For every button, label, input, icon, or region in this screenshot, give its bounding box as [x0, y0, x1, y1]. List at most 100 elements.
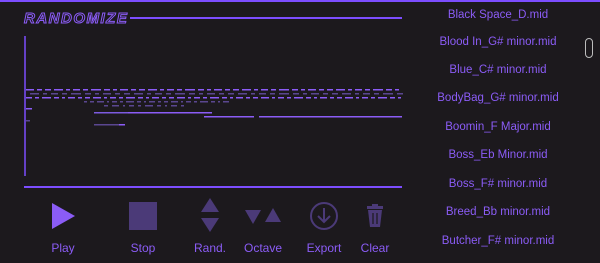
midi-note: [319, 89, 324, 91]
midi-note: [207, 89, 211, 91]
midi-note: [115, 93, 120, 95]
midi-note: [134, 93, 143, 95]
midi-note: [287, 97, 291, 99]
midi-note: [194, 97, 200, 99]
midi-note: [146, 97, 149, 99]
midi-note: [181, 105, 184, 107]
midi-file-list[interactable]: Black Space_D.mid Blood In_G# minor.mid …: [414, 0, 582, 263]
midi-note: [293, 93, 299, 95]
midi-notes: [26, 89, 403, 126]
midi-note: [279, 89, 289, 91]
midi-note: [54, 97, 59, 99]
midi-note: [253, 97, 258, 99]
midi-note: [73, 89, 80, 91]
midi-note: [147, 93, 151, 95]
midi-note: [204, 116, 254, 118]
midi-note: [155, 93, 162, 95]
midi-note: [78, 97, 82, 99]
octave-button[interactable]: Octave: [231, 196, 295, 261]
export-label: Export: [306, 241, 342, 255]
file-list-item[interactable]: Boss_Eb Minor.mid: [414, 149, 582, 161]
midi-note: [225, 89, 230, 91]
midi-note: [166, 93, 171, 95]
midi-note: [371, 97, 375, 99]
midi-note: [126, 101, 134, 103]
midi-note: [138, 97, 143, 99]
midi-note: [112, 101, 117, 103]
midi-note: [83, 89, 88, 91]
midi-note: [186, 101, 191, 103]
midi-note: [95, 93, 99, 95]
midi-note: [149, 101, 155, 103]
file-list-item[interactable]: BodyBag_G# minor.mid: [414, 92, 582, 104]
midi-note: [390, 97, 395, 99]
midi-note: [91, 89, 101, 91]
midi-note: [210, 97, 219, 99]
logo: RANDOMIZE: [23, 10, 127, 28]
midi-note: [261, 89, 268, 91]
midi-note: [30, 93, 39, 95]
midi-note: [223, 101, 229, 103]
midi-note: [119, 124, 125, 126]
midi-note: [43, 93, 47, 95]
midi-note: [301, 89, 305, 91]
midi-note: [337, 97, 342, 99]
midi-note: [236, 97, 243, 99]
midi-note: [383, 93, 393, 95]
midi-note: [314, 97, 317, 99]
midi-note: [294, 97, 303, 99]
midi-note: [124, 93, 130, 95]
midi-note: [93, 97, 101, 99]
piano-roll[interactable]: [24, 36, 404, 176]
midi-note: [355, 89, 362, 91]
octave-label: Octave: [243, 241, 282, 255]
stop-icon: [123, 196, 163, 236]
midi-note: [233, 89, 239, 91]
file-list-item[interactable]: Boomin_F Major.mid: [414, 121, 582, 133]
download-icon: [304, 196, 344, 236]
midi-note: [129, 105, 134, 107]
midi-note: [103, 93, 111, 95]
file-list-item[interactable]: Breed_Bb minor.mid: [414, 206, 582, 218]
midi-note: [120, 101, 123, 103]
midi-note: [26, 89, 34, 91]
midi-note: [139, 89, 145, 91]
midi-note: [330, 97, 334, 99]
midi-note: [230, 97, 233, 99]
midi-note: [378, 97, 387, 99]
midi-note: [104, 89, 110, 91]
midi-note: [126, 97, 135, 99]
midi-note: [51, 93, 58, 95]
midi-note: [272, 97, 275, 99]
randomize-label: Rand.: [193, 241, 227, 255]
midi-note: [395, 89, 399, 91]
file-list-item[interactable]: Blue_C# minor.mid: [414, 64, 582, 76]
midi-note: [311, 93, 319, 95]
midi-note: [207, 93, 215, 95]
midi-note: [104, 97, 107, 99]
file-list-item[interactable]: Blood In_G# minor.mid: [414, 36, 582, 48]
midi-note: [71, 93, 81, 95]
midi-note: [169, 97, 174, 99]
midi-note: [254, 89, 258, 91]
midi-note: [45, 89, 51, 91]
clear-button[interactable]: Clear: [343, 196, 407, 261]
midi-note: [199, 93, 203, 95]
stop-button[interactable]: Stop: [111, 196, 175, 261]
play-button[interactable]: Play: [31, 196, 95, 261]
midi-note: [189, 93, 195, 95]
file-list-item[interactable]: Butcher_F# minor.mid: [414, 235, 582, 247]
midi-note: [42, 97, 51, 99]
midi-note: [363, 93, 370, 95]
file-list-scrollbar[interactable]: [585, 38, 593, 58]
midi-note: [271, 89, 276, 91]
midi-note: [162, 97, 166, 99]
midi-note: [374, 93, 379, 95]
midi-note: [345, 97, 353, 99]
midi-note: [356, 97, 359, 99]
file-list-item[interactable]: Boss_F# minor.mid: [414, 178, 582, 190]
midi-note: [398, 97, 401, 99]
midi-note: [251, 93, 255, 95]
midi-note: [112, 105, 119, 107]
file-list-item[interactable]: Black Space_D.mid: [414, 9, 582, 21]
